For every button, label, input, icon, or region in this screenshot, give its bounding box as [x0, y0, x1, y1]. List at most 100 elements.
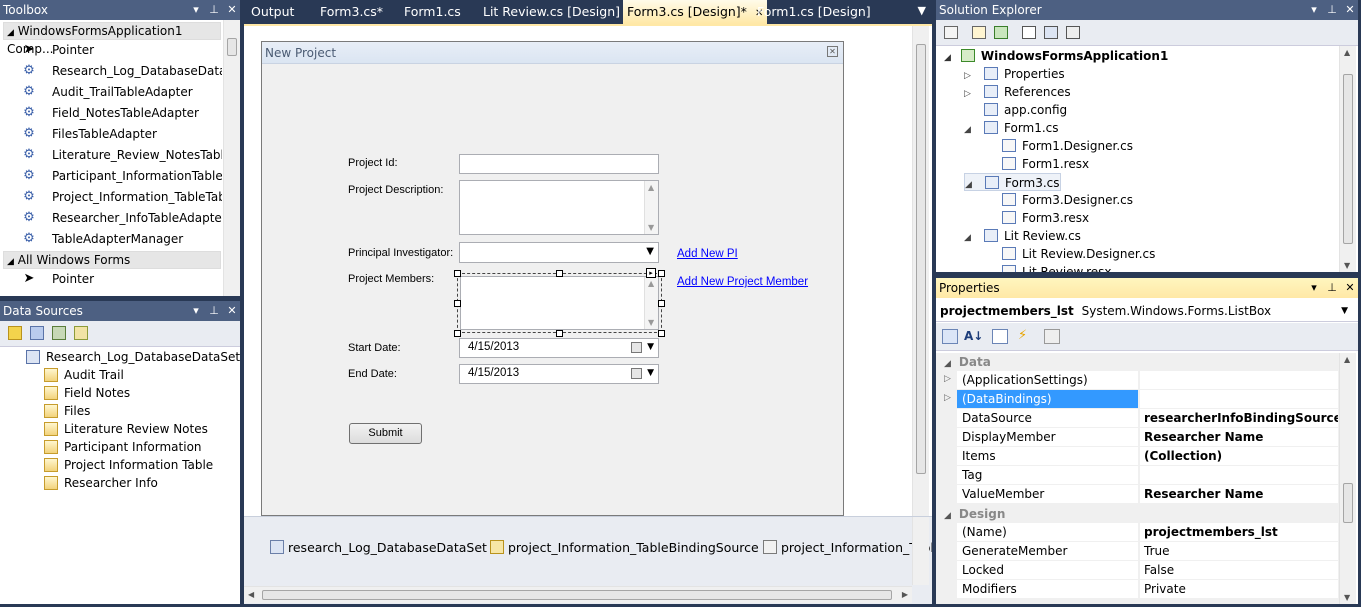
property-name[interactable]: Modifiers [957, 580, 1139, 599]
textarea-scrollbar[interactable]: ▲ ▼ [644, 181, 658, 234]
pin-icon[interactable]: ⊥ [1326, 0, 1338, 20]
property-value[interactable]: researcherInfoBindingSource [1140, 409, 1338, 428]
category-design[interactable]: ◢ Design [936, 505, 1336, 523]
se-node[interactable]: app.config [964, 101, 1067, 119]
project-members-listbox[interactable]: ▲ ▼ [460, 276, 659, 330]
property-value[interactable]: Researcher Name [1140, 428, 1338, 447]
collapse-icon[interactable]: ◢ [944, 359, 951, 369]
toolbox-item[interactable]: ⚙ Field_NotesTableAdapter [0, 103, 222, 124]
se-node[interactable]: ▷ References [964, 83, 1071, 101]
scroll-up-icon[interactable]: ▲ [1344, 48, 1350, 57]
data-source-table[interactable]: Literature Review Notes [44, 420, 208, 438]
tray-item-bindingsource[interactable]: project_Information_TableBindingSource [490, 540, 759, 555]
dropdown-icon[interactable]: ▾ [1308, 0, 1320, 20]
property-name[interactable]: GenerateMember [957, 542, 1139, 561]
calendar-icon[interactable] [631, 342, 642, 353]
class-diagram-icon[interactable] [1066, 26, 1080, 39]
properties-view-icon[interactable] [992, 329, 1008, 344]
chevron-down-icon[interactable]: ▼ [647, 342, 654, 352]
toolbox-scrollbar[interactable] [223, 20, 240, 296]
se-node[interactable]: Form3.Designer.cs [982, 191, 1133, 209]
se-project-node[interactable]: ◢ WindowsFormsApplication1 [944, 47, 1168, 65]
submit-button[interactable]: Submit [349, 423, 422, 444]
property-value[interactable]: True [1140, 542, 1338, 561]
alphabetical-icon[interactable]: A↓ [964, 329, 983, 343]
pin-icon[interactable]: ⊥ [1326, 278, 1338, 298]
property-value[interactable]: projectmembers_lst [1140, 523, 1338, 542]
property-value[interactable]: Researcher Name [1140, 485, 1338, 504]
add-new-project-member-link[interactable]: Add New Project Member [677, 276, 808, 288]
tab-form3-cs-design[interactable]: Form3.cs [Design]* ✕ [623, 0, 768, 24]
property-value[interactable]: False [1140, 561, 1338, 580]
events-icon[interactable]: ⚡ [1018, 328, 1027, 343]
dataset-root[interactable]: Research_Log_DatabaseDataSet [26, 348, 240, 366]
project-id-input[interactable] [459, 154, 659, 174]
toolbox-item-pointer[interactable]: ➤ Pointer [0, 269, 222, 290]
property-row[interactable]: Items (Collection) [936, 447, 1358, 466]
collapse-icon[interactable]: ◢ [944, 511, 951, 521]
resize-handle-bl[interactable] [454, 330, 461, 337]
data-source-table[interactable]: Files [44, 402, 90, 420]
property-pages-icon[interactable] [1044, 329, 1060, 344]
data-source-table[interactable]: Field Notes [44, 384, 130, 402]
se-node[interactable]: ◢ Lit Review.cs [964, 227, 1081, 245]
toolbox-item[interactable]: ⚙ Participant_InformationTable... [0, 166, 222, 187]
toolbox-item[interactable]: ⚙ Literature_Review_NotesTable... [0, 145, 222, 166]
properties-object-selector[interactable]: projectmembers_lst System.Windows.Forms.… [936, 300, 1358, 322]
refresh-icon[interactable] [994, 26, 1008, 39]
tab-output[interactable]: Output [247, 0, 298, 24]
configure-icon[interactable] [52, 326, 66, 340]
end-date-picker[interactable]: 4/15/2013 ▼ [459, 364, 659, 384]
property-row[interactable]: (Name) projectmembers_lst [936, 523, 1358, 542]
close-icon[interactable]: ✕ [1344, 0, 1356, 20]
property-row[interactable]: DisplayMember Researcher Name [936, 428, 1358, 447]
property-row[interactable]: GenerateMember True [936, 542, 1358, 561]
edit-dataset-icon[interactable] [30, 326, 44, 340]
dropdown-icon[interactable]: ▾ [1308, 278, 1320, 298]
property-row[interactable]: Locked False [936, 561, 1358, 580]
resize-handle-bm[interactable] [556, 330, 563, 337]
tray-item-dataset[interactable]: research_Log_DatabaseDataSet [270, 540, 487, 555]
tab-lit-review-cs-design[interactable]: Lit Review.cs [Design] [479, 0, 624, 24]
resize-handle-tl[interactable] [454, 270, 461, 277]
tab-form1-cs[interactable]: Form1.cs [400, 0, 465, 24]
property-name[interactable]: (Name) [957, 523, 1139, 542]
scrollbar-thumb[interactable] [916, 44, 926, 474]
form-close-icon[interactable]: ✕ [827, 46, 838, 57]
expand-icon[interactable]: ▷ [944, 374, 951, 384]
toolbox-item[interactable]: ➤ Pointer [0, 40, 222, 61]
se-node[interactable]: Lit Review.resx [982, 263, 1111, 272]
toolbox-group-header[interactable]: ◢ WindowsFormsApplication1 Comp... [3, 22, 221, 56]
close-icon[interactable]: ✕ [226, 301, 238, 321]
close-icon[interactable]: ✕ [226, 0, 238, 20]
principal-investigator-combobox[interactable]: ▼ [459, 242, 659, 263]
se-node[interactable]: Form3.resx [982, 209, 1089, 227]
property-name[interactable]: (ApplicationSettings) [957, 371, 1139, 390]
toolbox-item[interactable]: ⚙ Audit_TrailTableAdapter [0, 82, 222, 103]
se-node[interactable]: Form1.Designer.cs [982, 137, 1133, 155]
calendar-icon[interactable] [631, 368, 642, 379]
refresh-icon[interactable] [74, 326, 88, 340]
data-source-table[interactable]: Audit Trail [44, 366, 124, 384]
se-node[interactable]: Form1.resx [982, 155, 1089, 173]
smart-tag-icon[interactable]: ▸ [646, 268, 656, 278]
properties-icon[interactable] [944, 26, 958, 39]
properties-scrollbar[interactable]: ▲ ▼ [1339, 353, 1356, 604]
add-new-pi-link[interactable]: Add New PI [677, 248, 738, 260]
scrollbar-thumb[interactable] [227, 38, 237, 56]
solution-explorer-scrollbar[interactable]: ▲ ▼ [1339, 46, 1356, 272]
toolbox-item[interactable]: ⚙ FilesTableAdapter [0, 124, 222, 145]
scrollbar-thumb[interactable] [1343, 483, 1353, 523]
property-row[interactable]: Modifiers Private [936, 580, 1358, 599]
toolbox-item[interactable]: ⚙ Researcher_InfoTableAdapter [0, 208, 222, 229]
data-source-table[interactable]: Participant Information [44, 438, 202, 456]
toolbox-item[interactable]: ⚙ Project_Information_TableTab... [0, 187, 222, 208]
property-value[interactable] [1140, 466, 1338, 485]
property-name[interactable]: (DataBindings) [957, 390, 1139, 409]
scroll-up-icon[interactable]: ▲ [1344, 355, 1350, 364]
pin-icon[interactable]: ⊥ [208, 301, 220, 321]
scroll-up-icon[interactable]: ▲ [648, 279, 654, 288]
project-description-input[interactable]: ▲ ▼ [459, 180, 659, 235]
resize-handle-ml[interactable] [454, 300, 461, 307]
property-row[interactable]: Tag [936, 466, 1358, 485]
